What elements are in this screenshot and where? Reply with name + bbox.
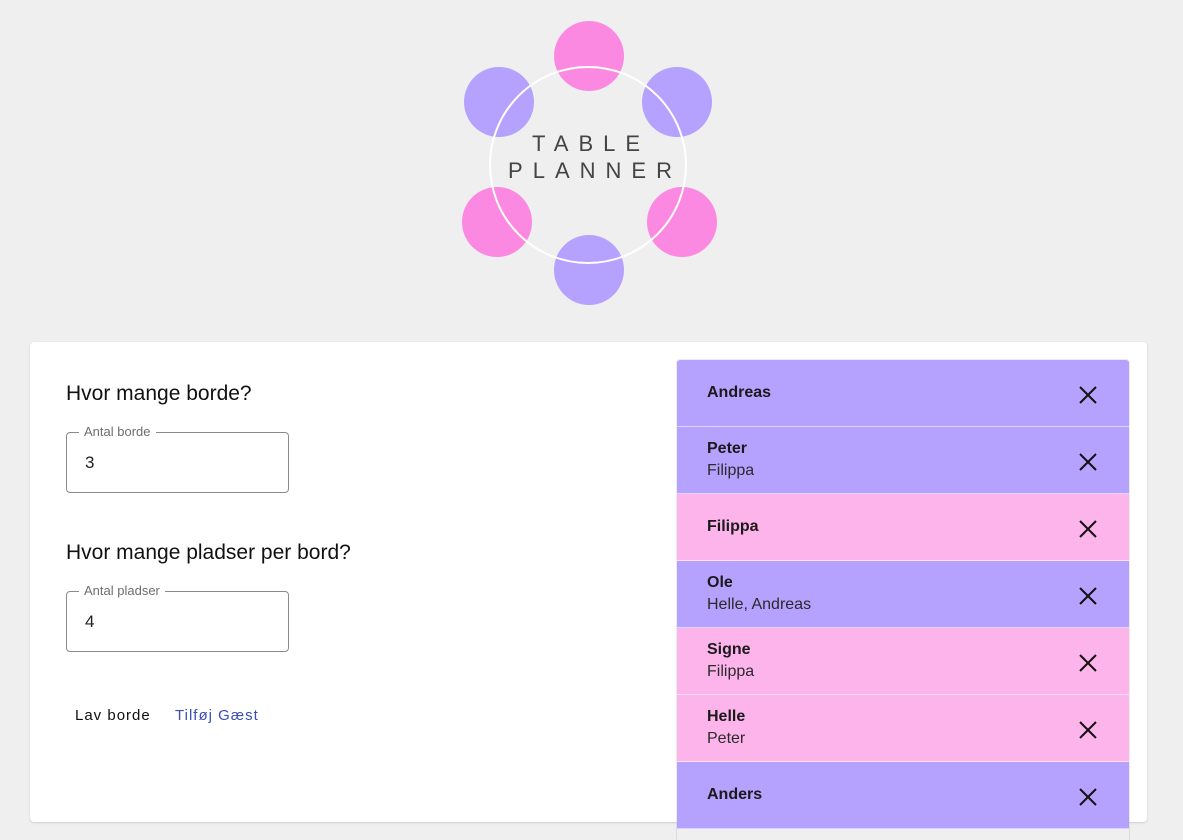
- guest-pairs: Helle, Andreas: [707, 596, 812, 613]
- guest-list: Andreas Peter Filippa Filippa Ole Helle, Andr…: [677, 360, 1129, 840]
- remove-guest-button[interactable]: [1077, 384, 1099, 406]
- logo-seat-top: [554, 21, 624, 91]
- tables-field[interactable]: Antal borde: [66, 424, 289, 493]
- close-icon: [1079, 453, 1097, 471]
- close-icon: [1079, 386, 1097, 404]
- guest-name: Filippa: [707, 518, 759, 535]
- guest-pairs: Filippa: [707, 462, 755, 479]
- seats-field[interactable]: Antal pladser: [66, 583, 289, 652]
- logo-seat-upper-left: [464, 67, 534, 137]
- logo-text-line2: PLANNER: [508, 158, 682, 183]
- guest-name: Andreas: [707, 384, 772, 401]
- logo-text-line1: TABLE: [532, 131, 650, 156]
- close-icon: [1079, 654, 1097, 672]
- logo-seat-lower-right: [647, 187, 717, 257]
- logo-seat-bottom: [554, 235, 624, 305]
- close-icon: [1079, 520, 1097, 538]
- guest-list-item: Peter Filippa: [677, 427, 1129, 494]
- close-icon: [1079, 721, 1097, 739]
- guest-list-item: Ole Helle, Andreas: [677, 561, 1129, 628]
- tables-input[interactable]: [68, 434, 287, 491]
- guest-name: Ole: [707, 574, 733, 591]
- app-header: TABLE PLANNER: [0, 0, 1183, 320]
- remove-guest-button[interactable]: [1077, 786, 1099, 808]
- table-planner-logo: TABLE PLANNER: [462, 21, 717, 305]
- guest-list-item: Signe Filippa: [677, 628, 1129, 695]
- guest-pairs: Peter: [707, 730, 746, 747]
- logo-seat-upper-right: [642, 67, 712, 137]
- seats-input[interactable]: [68, 593, 287, 650]
- remove-guest-button[interactable]: [1077, 518, 1099, 540]
- guest-list-item: Filippa: [677, 494, 1129, 561]
- planner-card: Hvor mange borde? Antal borde Hvor mange…: [30, 342, 1147, 829]
- guest-name: Peter: [707, 440, 748, 457]
- close-icon: [1079, 587, 1097, 605]
- remove-guest-button[interactable]: [1077, 451, 1099, 473]
- remove-guest-button[interactable]: [1077, 652, 1099, 674]
- tables-question: Hvor mange borde?: [66, 382, 252, 405]
- guest-pairs: Filippa: [707, 663, 755, 680]
- guest-list-item: Anders: [677, 762, 1129, 829]
- seats-question: Hvor mange pladser per bord?: [66, 541, 351, 564]
- guest-list-item: Helle Peter: [677, 695, 1129, 762]
- remove-guest-button[interactable]: [1077, 585, 1099, 607]
- close-icon: [1079, 788, 1097, 806]
- guest-list-item: Andreas: [677, 360, 1129, 427]
- guest-name: Anders: [707, 786, 763, 803]
- logo-seat-lower-left: [462, 187, 532, 257]
- guest-name: Signe: [707, 641, 751, 658]
- make-tables-button[interactable]: Lav borde: [75, 705, 151, 727]
- remove-guest-button[interactable]: [1077, 719, 1099, 741]
- add-guest-button[interactable]: Tilføj Gæst: [175, 705, 259, 727]
- guest-name: Helle: [707, 708, 746, 725]
